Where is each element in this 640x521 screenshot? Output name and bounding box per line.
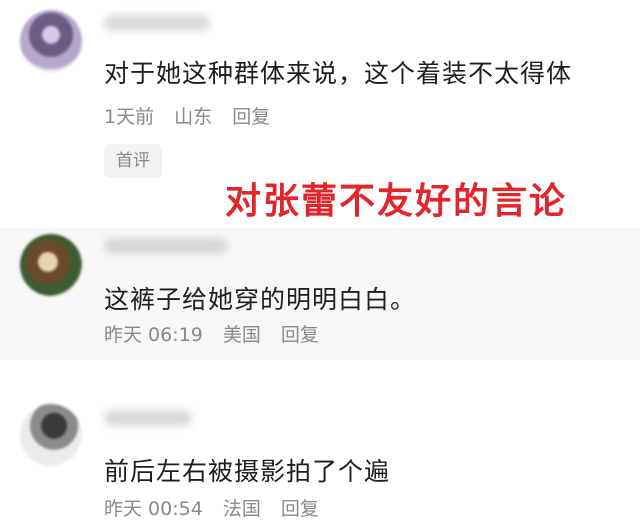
avatar[interactable] <box>20 10 82 72</box>
comment-meta: 昨天 00:54 法国 回复 <box>104 494 333 521</box>
username-blurred[interactable] <box>104 238 228 254</box>
comment-item: 这裤子给她穿的明明白白。 昨天 06:19 美国 回复 <box>0 228 640 360</box>
reply-button[interactable]: 回复 <box>281 324 319 346</box>
comment-time: 昨天 00:54 <box>104 498 203 520</box>
comment-location: 法国 <box>222 498 261 520</box>
comment-text: 前后左右被摄影拍了个遍 <box>104 457 391 486</box>
comment-location: 山东 <box>174 106 213 128</box>
username-blurred[interactable] <box>104 410 192 426</box>
comment-meta: 昨天 06:19 美国 回复 <box>104 320 333 347</box>
username-blurred[interactable] <box>104 15 210 31</box>
reply-button[interactable]: 回复 <box>232 106 270 128</box>
avatar[interactable] <box>20 234 82 296</box>
reply-button[interactable]: 回复 <box>281 498 319 520</box>
first-comment-badge: 首评 <box>104 144 162 178</box>
comment-time: 1天前 <box>104 106 155 128</box>
comment-text: 这裤子给她穿的明明白白。 <box>104 285 417 314</box>
avatar[interactable] <box>20 404 82 466</box>
red-annotation-caption: 对张蕾不友好的言论 <box>225 181 568 222</box>
comment-time: 昨天 06:19 <box>104 324 203 346</box>
comment-location: 美国 <box>222 324 261 346</box>
comment-meta: 1天前 山东 回复 <box>104 102 284 129</box>
comment-text: 对于她这种群体来说，这个着装不太得体 <box>104 59 573 88</box>
comment-item: 前后左右被摄影拍了个遍 昨天 00:54 法国 回复 <box>0 360 640 520</box>
